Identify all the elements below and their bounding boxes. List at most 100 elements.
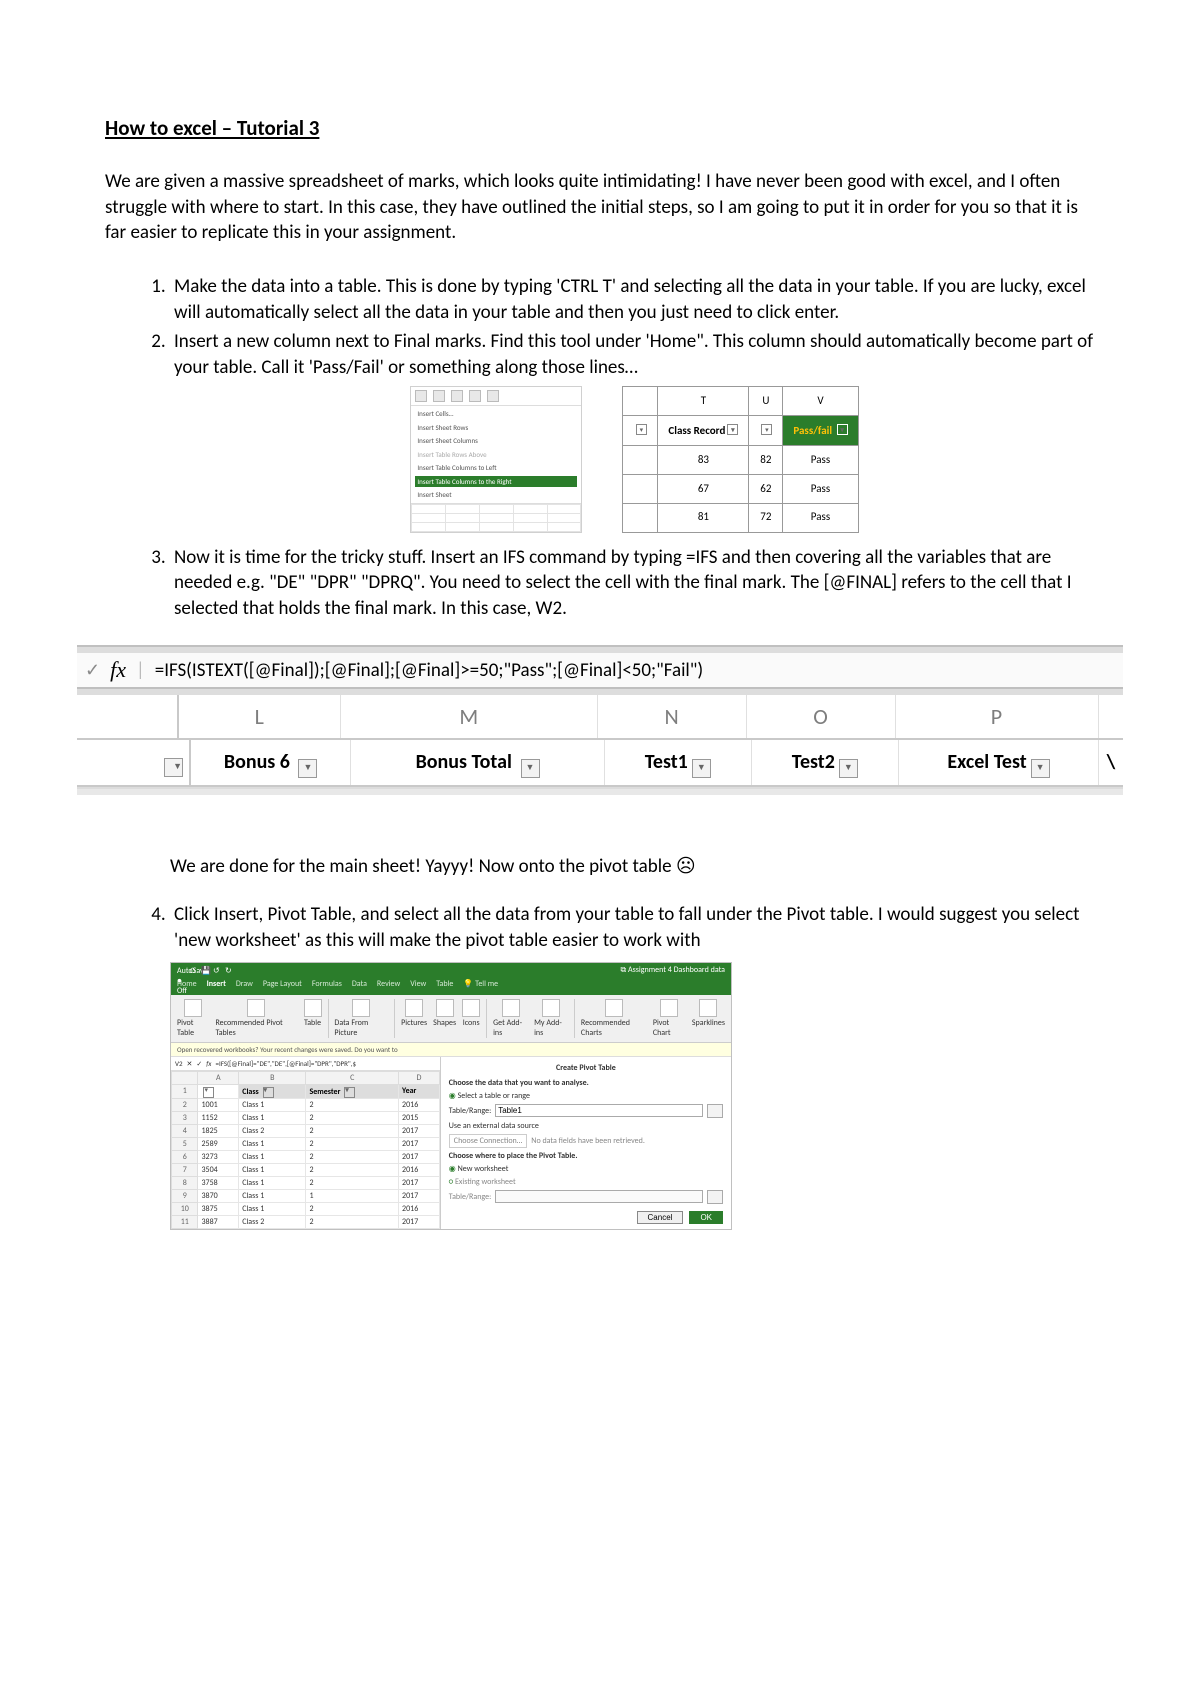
filter-dropdown-icon[interactable] (761, 424, 772, 435)
filter-dropdown-icon[interactable] (727, 424, 738, 435)
recommended-charts-icon[interactable] (605, 999, 623, 1017)
cell: 67 (658, 475, 749, 504)
menu-insert-sheet-columns[interactable]: Insert Sheet Columns (415, 435, 577, 446)
column-letter[interactable]: N (598, 695, 747, 738)
col-T: T (658, 387, 749, 416)
filter-dropdown-icon[interactable] (636, 424, 647, 435)
dialog-title: Create Pivot Table (449, 1061, 723, 1075)
external-source-label: Use an external data source (449, 1121, 723, 1131)
tab-insert[interactable]: Insert (207, 979, 226, 989)
tab-home[interactable]: Home (177, 979, 197, 989)
intro-paragraph: We are given a massive spreadsheet of ma… (105, 169, 1095, 246)
tab-page-layout[interactable]: Page Layout (263, 979, 302, 989)
column-letter[interactable]: L (179, 695, 341, 738)
recommended-pivot-icon[interactable] (247, 999, 265, 1017)
menu-insert-sheet-rows[interactable]: Insert Sheet Rows (415, 422, 577, 433)
namebox[interactable]: V2 (175, 1059, 183, 1068)
cell: 83 (658, 446, 749, 475)
ideas-icon (487, 390, 499, 402)
radio-select-range[interactable]: Select a table or range (449, 1091, 723, 1101)
after-fx-paragraph: We are done for the main sheet! Yayyy! N… (170, 855, 1095, 878)
filter-dropdown-icon[interactable] (164, 758, 183, 777)
qat-save-icon[interactable]: 💾 (201, 966, 209, 974)
pivot-dialog-screenshot: AutoSave ● Off ⌂ 💾 ↺ ↻ ⧉ Assignment 4 Da… (170, 962, 732, 1230)
tab-data[interactable]: Data (352, 979, 367, 989)
filter-dropdown-icon[interactable] (263, 1087, 274, 1098)
column-letter[interactable]: M (341, 695, 598, 738)
tab-view[interactable]: View (410, 979, 426, 989)
pivot-chart-icon[interactable] (660, 999, 678, 1017)
tab-formulas[interactable]: Formulas (312, 979, 342, 989)
filter-dropdown-icon[interactable] (521, 759, 540, 778)
step-2: Insert a new column next to Final marks.… (170, 329, 1095, 532)
steps-list: Make the data into a table. This is done… (105, 274, 1095, 622)
menu-insert-table-cols-right[interactable]: Insert Table Columns to the Right (415, 476, 577, 487)
table-range-label-2: Table/Range: (449, 1192, 491, 1202)
data-grid[interactable]: A B C D 1 Class Semester Year 21001Class… (171, 1071, 440, 1229)
range-picker-icon[interactable] (707, 1190, 723, 1204)
tab-draw[interactable]: Draw (236, 979, 253, 989)
filter-dropdown-icon[interactable] (1031, 759, 1050, 778)
qat-redo-icon[interactable]: ↻ (225, 966, 233, 974)
cell: Pass (783, 503, 858, 532)
my-addins-icon[interactable] (542, 999, 560, 1017)
step-1: Make the data into a table. This is done… (170, 274, 1095, 325)
table-range-input-2 (495, 1190, 703, 1203)
menu-insert-table-cols-left[interactable]: Insert Table Columns to Left (415, 462, 577, 473)
sort-filter-icon (469, 390, 481, 402)
autosum-icon (451, 390, 463, 402)
icons-icon[interactable] (462, 999, 480, 1017)
table-icon[interactable] (304, 999, 322, 1017)
range-picker-icon[interactable] (707, 1104, 723, 1118)
no-fields-label: No data fields have been retrieved. (531, 1136, 645, 1146)
menu-insert-sheet[interactable]: Insert Sheet (415, 489, 577, 500)
filter-dropdown-icon[interactable] (298, 759, 317, 778)
filter-dropdown-icon[interactable] (839, 759, 858, 778)
table-header: Test1 (645, 750, 688, 774)
fx-label: fx (110, 657, 126, 683)
table-header: Excel Test (947, 750, 1026, 774)
cancel-button[interactable]: Cancel (637, 1211, 684, 1224)
page-title: How to excel – Tutorial 3 (105, 115, 1095, 141)
autosave-toggle[interactable]: AutoSave ● Off (177, 966, 185, 974)
radio-new-worksheet[interactable]: New worksheet (449, 1164, 723, 1174)
recovered-workbooks-msg[interactable]: Open recovered workbooks? Your recent ch… (171, 1043, 731, 1057)
qat-home-icon[interactable]: ⌂ (189, 966, 197, 974)
pivot-table-icon[interactable] (184, 999, 202, 1017)
column-letter[interactable]: P (896, 695, 1099, 738)
filter-dropdown-icon[interactable] (203, 1087, 214, 1098)
formula-bar-mini[interactable]: =IFS([@Final]="DE","DE",[@Final]="DPR","… (215, 1059, 356, 1068)
table-header: Bonus Total (416, 750, 512, 774)
filter-dropdown-icon[interactable] (692, 759, 711, 778)
step-2-text: Insert a new column next to Final marks.… (174, 330, 1093, 379)
table-range-input[interactable] (495, 1104, 703, 1117)
choose-connection-button[interactable]: Choose Connection… (449, 1134, 527, 1148)
passfail-header: Pass/fail (793, 424, 832, 437)
qat-undo-icon[interactable]: ↺ (213, 966, 221, 974)
workbook-name: ⧉ Assignment 4 Dashboard data (621, 965, 725, 975)
column-letter[interactable]: O (747, 695, 896, 738)
cell: 81 (658, 503, 749, 532)
table-header: Test2 (792, 750, 835, 774)
get-addins-icon[interactable] (502, 999, 520, 1017)
shapes-icon[interactable] (436, 999, 454, 1017)
cell: Pass (783, 475, 858, 504)
ok-button[interactable]: OK (689, 1211, 723, 1224)
formula-text[interactable]: =IFS(ISTEXT([@Final]);[@Final];[@Final]>… (155, 659, 703, 682)
step-4: Click Insert, Pivot Table, and select al… (170, 902, 1095, 953)
create-pivot-table-dialog: Create Pivot Table Choose the data that … (441, 1057, 731, 1229)
formula-accept-icon[interactable]: ✓ (85, 659, 100, 681)
tab-review[interactable]: Review (377, 979, 400, 989)
col-V: V (783, 387, 858, 416)
menu-insert-cells[interactable]: Insert Cells… (415, 408, 577, 419)
filter-dropdown-icon[interactable] (344, 1087, 355, 1098)
radio-existing-worksheet[interactable]: Existing worksheet (449, 1177, 723, 1187)
data-from-picture-icon[interactable] (352, 999, 370, 1017)
filter-dropdown-icon[interactable] (837, 424, 848, 435)
tell-me[interactable]: 💡 Tell me (463, 979, 498, 989)
tab-table[interactable]: Table (436, 979, 453, 989)
menu-insert-table-rows[interactable]: Insert Table Rows Above (415, 449, 577, 460)
pictures-icon[interactable] (405, 999, 423, 1017)
sparklines-icon[interactable] (699, 999, 717, 1017)
cell: Pass (783, 446, 858, 475)
